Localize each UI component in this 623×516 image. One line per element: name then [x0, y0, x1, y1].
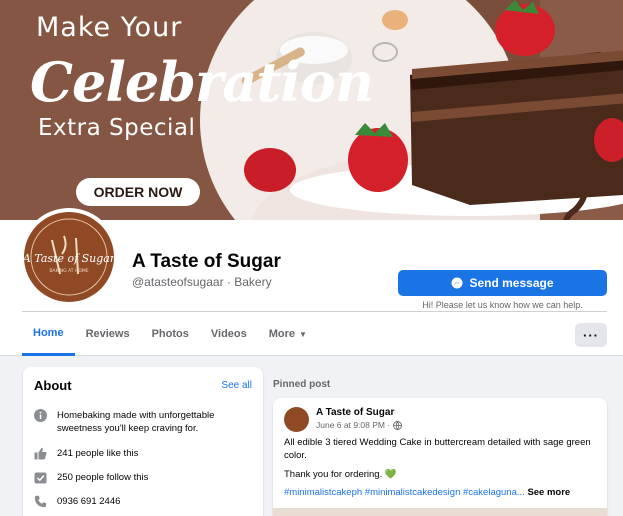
post-author-avatar[interactable]: [284, 407, 309, 432]
tab-reviews-label: Reviews: [85, 328, 130, 340]
post-hashtags-row: #minimalistcakeph #minimalistcakedesign …: [284, 487, 570, 498]
cover-headline-line2: Celebration: [30, 50, 374, 114]
avatar-logo: A Taste of Sugar BAKING AT HOME: [24, 212, 114, 302]
more-options-button[interactable]: ···: [575, 323, 607, 347]
post-thanks: Thank you for ordering. 💚: [284, 469, 397, 480]
post-body: All edible 3 tiered Wedding Cake in butt…: [284, 437, 591, 461]
cover-headline-line1: Make Your: [36, 12, 183, 43]
phone-icon: [34, 495, 47, 508]
globe-icon: [393, 420, 403, 430]
caret-down-icon: ▼: [299, 329, 307, 339]
about-follows-row: 250 people follow this: [34, 471, 148, 484]
tab-photos-label: Photos: [151, 328, 189, 340]
about-phone: 0936 691 2446: [57, 496, 121, 507]
about-likes-row: 241 people like this: [34, 447, 138, 460]
send-message-button[interactable]: Send message: [398, 270, 607, 296]
about-description: Homebaking made with unforgettable sweet…: [57, 410, 215, 434]
response-note: Hi! Please let us know how we can help.: [422, 300, 583, 310]
tab-home-label: Home: [33, 326, 64, 339]
post-image[interactable]: [273, 508, 607, 516]
info-icon: [34, 409, 47, 422]
about-likes: 241 people like this: [57, 448, 139, 459]
tab-photos[interactable]: Photos: [141, 312, 200, 356]
about-see-all-link[interactable]: See all: [221, 380, 252, 391]
follow-check-icon: [34, 472, 47, 484]
about-title: About: [34, 378, 72, 393]
send-message-label: Send message: [469, 276, 554, 290]
order-now-badge: ORDER NOW: [76, 178, 200, 206]
avatar-logo-text: A Taste of Sugar: [24, 252, 114, 265]
logo-mark: A Taste of Sugar BAKING AT HOME: [24, 218, 114, 296]
about-follows: 250 people follow this: [57, 472, 149, 483]
page-tabs: Home Reviews Photos Videos More ▼: [22, 312, 318, 356]
post-author-name[interactable]: A Taste of Sugar: [316, 407, 394, 418]
post-hashtags[interactable]: #minimalistcakeph #minimalistcakedesign …: [284, 487, 525, 498]
cover-headline-line3: Extra Special: [38, 115, 196, 141]
pinned-post-card: A Taste of Sugar June 6 at 9:08 PM · All…: [273, 398, 607, 516]
profile-header: A Taste of Sugar BAKING AT HOME A Taste …: [0, 208, 623, 356]
thumbs-up-icon: [34, 447, 47, 460]
messenger-icon: [451, 277, 463, 289]
page-handle-category: @atasteofsugaar · Bakery: [132, 275, 272, 289]
tab-more[interactable]: More ▼: [258, 312, 318, 356]
about-phone-row: 0936 691 2446: [34, 495, 120, 508]
profile-avatar[interactable]: A Taste of Sugar BAKING AT HOME: [20, 208, 118, 306]
tab-videos-label: Videos: [210, 328, 247, 340]
tab-more-label: More: [268, 328, 296, 340]
tab-videos[interactable]: Videos: [200, 312, 258, 356]
see-more-link[interactable]: See more: [527, 487, 570, 498]
tab-reviews[interactable]: Reviews: [75, 312, 141, 356]
pinned-post-label: Pinned post: [273, 379, 331, 390]
post-timestamp-row: June 6 at 9:08 PM ·: [316, 420, 403, 430]
page-title: A Taste of Sugar: [132, 251, 281, 272]
cover-photo[interactable]: Make Your Celebration Extra Special ORDE…: [0, 0, 623, 220]
about-description-row: Homebaking made with unforgettable sweet…: [34, 409, 256, 435]
post-timestamp[interactable]: June 6 at 9:08 PM ·: [316, 420, 390, 430]
avatar-logo-subtext: BAKING AT HOME: [49, 268, 88, 274]
about-card: About See all Homebaking made with unfor…: [23, 367, 263, 516]
tab-home[interactable]: Home: [22, 312, 75, 356]
